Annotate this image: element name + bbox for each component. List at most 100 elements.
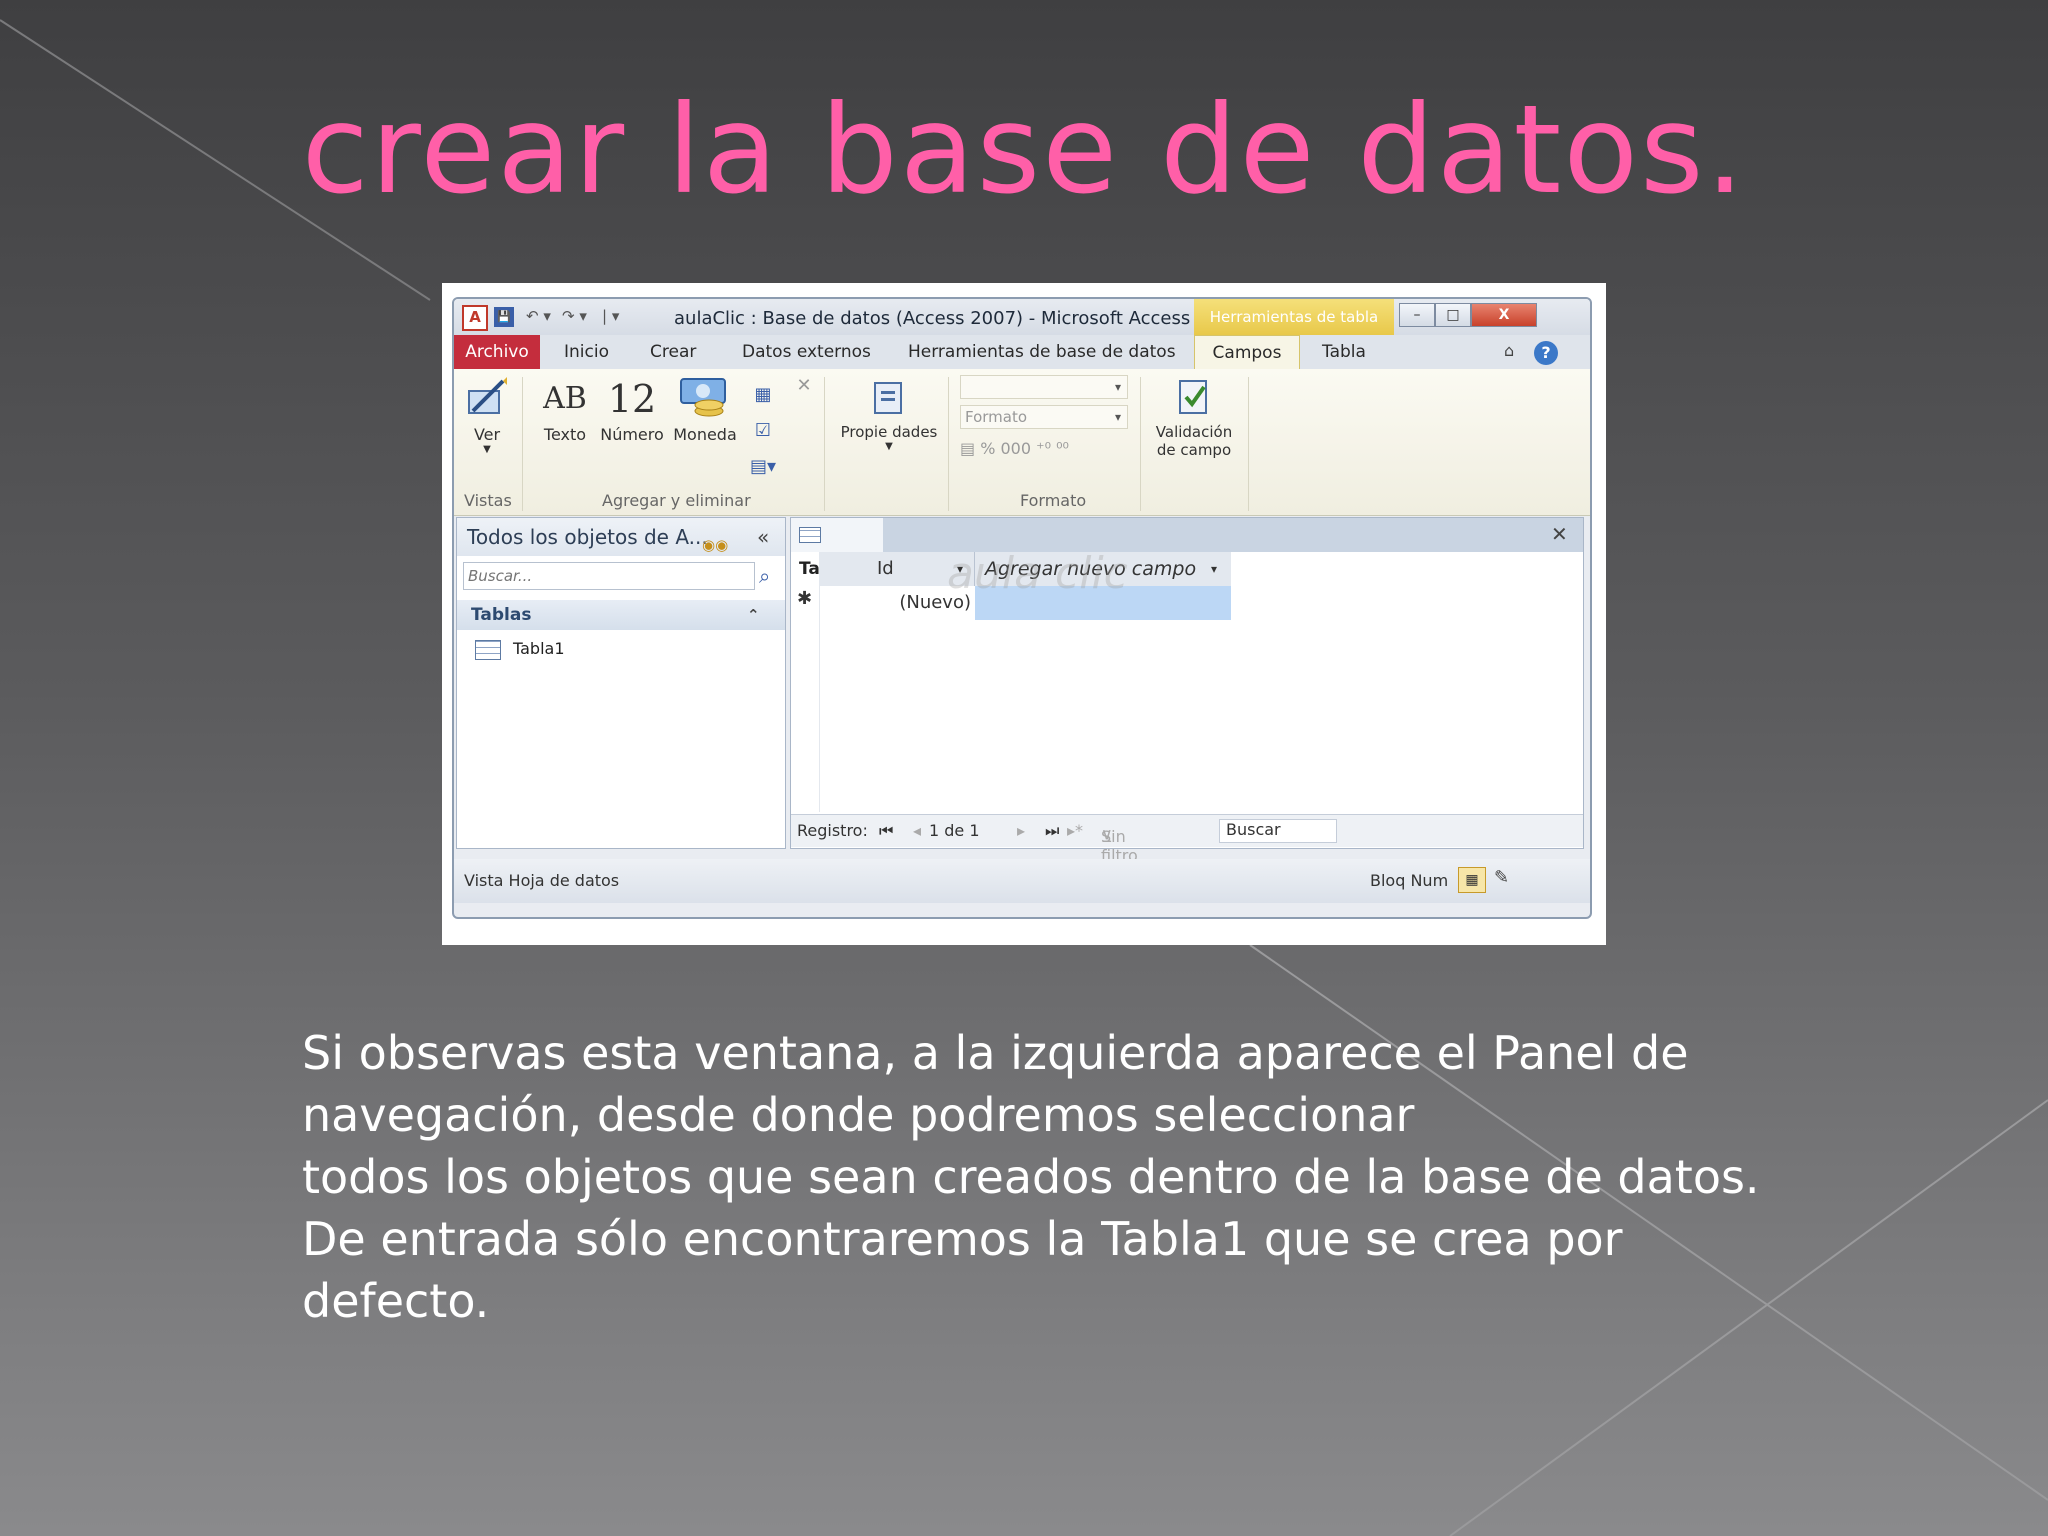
validacion-label-2: de campo bbox=[1156, 441, 1232, 459]
save-icon[interactable]: 💾 bbox=[494, 307, 514, 327]
chevron-down-icon: ▾ bbox=[1114, 410, 1121, 424]
chevron-up-icon: ⌃ bbox=[747, 606, 760, 624]
validacion-button[interactable]: Validación de campo bbox=[1146, 377, 1242, 459]
tab-archivo[interactable]: Archivo bbox=[454, 335, 540, 369]
group-vistas-label: Vistas bbox=[464, 491, 512, 510]
ver-button[interactable]: Ver ▼ bbox=[462, 377, 512, 455]
new-record-icon: ✱ bbox=[797, 588, 813, 609]
more-fields-icon[interactable]: ▤▾ bbox=[748, 449, 778, 485]
previous-record-icon[interactable]: ◂ bbox=[913, 821, 921, 840]
body-line: defecto. bbox=[302, 1274, 490, 1328]
status-view-label: Vista Hoja de datos bbox=[464, 871, 620, 890]
view-icon bbox=[468, 377, 507, 414]
tab-inicio[interactable]: Inicio bbox=[564, 335, 609, 369]
navigation-pane: Todos los objetos de A... ◉◉ « ⌕ Tablas … bbox=[456, 517, 786, 849]
group-formato-label: Formato bbox=[1020, 491, 1087, 510]
formato-select[interactable]: Formato ▾ bbox=[960, 405, 1128, 429]
tab-herramientas-bd[interactable]: Herramientas de base de datos bbox=[908, 335, 1176, 369]
access-window: A 💾 ↶ ▾ ↷ ▾ | ▾ aulaClic : Base de datos… bbox=[452, 297, 1592, 919]
chevron-down-icon[interactable]: ▾ bbox=[1211, 552, 1217, 586]
nav-header[interactable]: Todos los objetos de A... ◉◉ « bbox=[457, 518, 785, 556]
new-record-nav-icon[interactable]: ▸* bbox=[1067, 821, 1083, 840]
tab-crear[interactable]: Crear bbox=[650, 335, 696, 369]
nav-group-tablas[interactable]: Tablas ⌃ bbox=[457, 600, 785, 630]
nav-menu-icon[interactable]: ◉◉ bbox=[702, 526, 728, 564]
propiedades-label: Propie dades bbox=[840, 423, 938, 441]
texto-label: Texto bbox=[543, 425, 587, 444]
group-separator bbox=[522, 377, 523, 511]
datasheet-view-icon[interactable]: ▦ bbox=[1458, 867, 1486, 893]
tab-datos-externos[interactable]: Datos externos bbox=[742, 335, 871, 369]
ver-dropdown-icon: ▼ bbox=[483, 444, 491, 455]
small-field-buttons[interactable]: ▦ ☑ ▤▾ bbox=[748, 377, 778, 485]
number-type-icon: 12 bbox=[607, 377, 657, 421]
currency-icon bbox=[680, 378, 726, 417]
body-line: De entrada sólo encontraremos la Tabla1 … bbox=[302, 1212, 1623, 1266]
title-bar: A 💾 ↶ ▾ ↷ ▾ | ▾ aulaClic : Base de datos… bbox=[454, 299, 1590, 335]
format-symbols: % 000 ⁺⁰ ⁰⁰ bbox=[980, 439, 1069, 458]
table-icon bbox=[799, 527, 821, 543]
maximize-button[interactable]: □ bbox=[1435, 303, 1471, 327]
table-icon bbox=[475, 639, 501, 660]
last-record-icon[interactable]: ⏭ bbox=[1045, 821, 1059, 841]
record-count[interactable]: 1 de 1 bbox=[929, 821, 980, 840]
context-tab-label: Herramientas de tabla bbox=[1194, 299, 1394, 335]
group-separator bbox=[1248, 377, 1249, 511]
customize-toolbar-icon[interactable]: | ▾ bbox=[602, 307, 619, 327]
nav-group-label: Tablas bbox=[471, 605, 532, 625]
properties-icon bbox=[874, 382, 902, 414]
record-search-input[interactable]: Buscar bbox=[1219, 819, 1337, 843]
close-button[interactable]: X bbox=[1471, 303, 1537, 327]
document-tab-bar: Tabla1 ✕ bbox=[791, 518, 1583, 579]
date-field-icon[interactable]: ▦ bbox=[748, 377, 778, 413]
ver-label: Ver bbox=[473, 425, 501, 444]
moneda-button[interactable]: Moneda bbox=[668, 377, 742, 444]
search-icon[interactable]: ⌕ bbox=[759, 564, 770, 588]
minimize-button[interactable]: – bbox=[1399, 303, 1435, 327]
aulaclic-watermark: aula clic bbox=[947, 548, 1128, 599]
delete-field-icon[interactable]: ✕ bbox=[792, 375, 816, 396]
moneda-label: Moneda bbox=[673, 425, 737, 444]
tab-campos[interactable]: Campos bbox=[1194, 335, 1300, 370]
document-area: Tabla1 ✕ Id ▾ Agregar nuevo campo ▾ ✱ (N… bbox=[790, 517, 1584, 865]
texto-button[interactable]: AB Texto bbox=[536, 377, 594, 444]
formato-select-label: Formato bbox=[965, 408, 1028, 426]
text-type-icon: AB bbox=[543, 381, 587, 416]
record-navigation-bar: Registro: ⏮ ◂ 1 de 1 ▸ ⏭ ▸* ⊻ Sin filtro… bbox=[791, 814, 1583, 865]
access-app-icon[interactable]: A bbox=[462, 305, 488, 331]
record-label: Registro: bbox=[797, 821, 868, 840]
currency-format-icon[interactable]: ▤ bbox=[960, 439, 980, 458]
redo-icon[interactable]: ↷ ▾ bbox=[562, 307, 587, 327]
next-record-icon[interactable]: ▸ bbox=[1017, 821, 1025, 840]
nav-search-input[interactable] bbox=[463, 562, 755, 590]
doc-tab-tabla1[interactable]: Tabla1 bbox=[791, 518, 883, 579]
tab-tabla[interactable]: Tabla bbox=[1322, 335, 1366, 369]
collapse-pane-icon[interactable]: « bbox=[757, 518, 769, 556]
status-bar: Vista Hoja de datos Bloq Num ▦ ✎ bbox=[454, 859, 1590, 903]
validation-icon bbox=[1179, 380, 1207, 414]
design-view-icon[interactable]: ✎ bbox=[1494, 867, 1509, 888]
body-line: navegación, desde donde podremos selecci… bbox=[302, 1088, 1415, 1142]
help-icon[interactable]: ? bbox=[1534, 341, 1558, 365]
propiedades-button[interactable]: Propie dades ▼ bbox=[834, 377, 944, 452]
ribbon-tabs: Archivo Inicio Crear Datos externos Herr… bbox=[454, 335, 1590, 370]
data-type-select[interactable]: ▾ bbox=[960, 375, 1128, 399]
window-title: aulaClic : Base de datos (Access 2007) -… bbox=[674, 308, 1191, 329]
column-id-label: Id bbox=[877, 558, 894, 579]
first-record-icon[interactable]: ⏮ bbox=[879, 821, 893, 841]
close-icon[interactable]: ✕ bbox=[1551, 522, 1568, 546]
nav-header-label: Todos los objetos de A... bbox=[467, 525, 708, 549]
nav-item-label: Tabla1 bbox=[513, 639, 565, 658]
propiedades-dropdown-icon: ▼ bbox=[885, 441, 893, 452]
nav-item-tabla1[interactable]: Tabla1 bbox=[475, 636, 565, 662]
group-separator bbox=[948, 377, 949, 511]
group-agregar-label: Agregar y eliminar bbox=[602, 491, 751, 510]
group-separator bbox=[824, 377, 825, 511]
checkbox-field-icon[interactable]: ☑ bbox=[748, 413, 778, 449]
minimize-ribbon-icon[interactable]: ⌂ bbox=[1504, 341, 1514, 360]
undo-icon[interactable]: ↶ ▾ bbox=[526, 307, 551, 327]
number-format-buttons[interactable]: ▤ % 000 ⁺⁰ ⁰⁰ bbox=[960, 439, 1069, 458]
numero-button[interactable]: 12 Número bbox=[598, 377, 666, 444]
access-screenshot: A 💾 ↶ ▾ ↷ ▾ | ▾ aulaClic : Base de datos… bbox=[442, 283, 1606, 945]
numero-label: Número bbox=[600, 425, 664, 444]
